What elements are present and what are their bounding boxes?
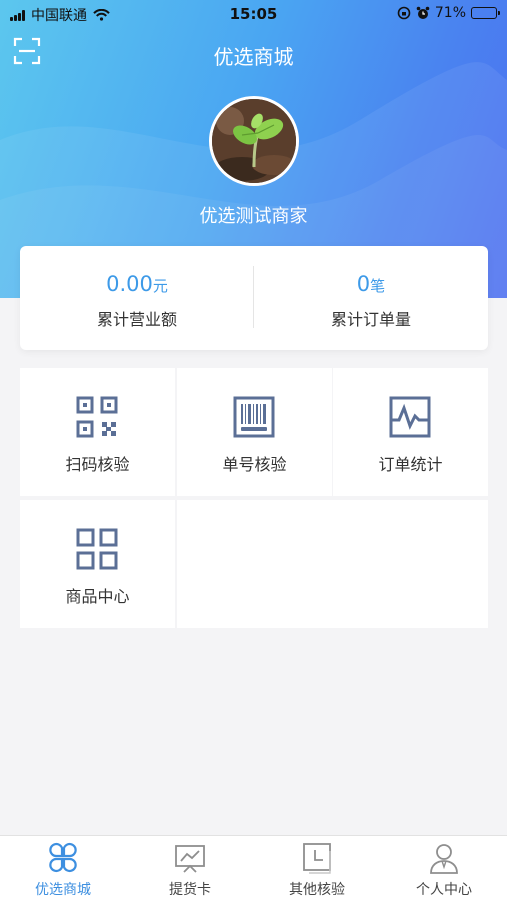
page-title: 优选商城 (213, 45, 294, 69)
tab-pickup-card[interactable]: 提货卡 (127, 836, 253, 900)
tab-other-verify[interactable]: 其他核验 (254, 836, 380, 900)
orders-label: 累计订单量 (330, 310, 411, 329)
avatar[interactable] (209, 96, 299, 186)
alarm-icon (416, 6, 430, 19)
tab-label: 提货卡 (169, 882, 211, 898)
tab-label: 个人中心 (416, 882, 472, 898)
pickup-card-icon (175, 845, 205, 873)
tab-bar: 优选商城 提货卡 其他核验 个人中心 (0, 835, 507, 900)
verify-icon (303, 843, 331, 874)
store-clover-icon (49, 842, 77, 873)
function-grid: 扫码核验 单号核验 订单统计 商品中心 (20, 368, 488, 628)
barcode-icon (233, 396, 275, 438)
tab-label: 其他核验 (289, 882, 345, 898)
menu-item-product-center[interactable]: 商品中心 (20, 500, 175, 628)
tab-profile[interactable]: 个人中心 (381, 836, 507, 900)
tab-store[interactable]: 优选商城 (0, 836, 126, 900)
qr-code-icon (76, 396, 118, 438)
battery-percent: 71% (434, 5, 466, 21)
empty-grid-area (177, 500, 488, 628)
orders-unit: 笔 (370, 277, 386, 295)
status-bar: 中国联通 15:05 71% (0, 0, 507, 28)
revenue-value: 0.00元 (20, 272, 254, 296)
merchant-name: 优选测试商家 (199, 206, 308, 227)
revenue-amount: 0.00 (106, 272, 153, 296)
menu-label: 扫码核验 (65, 455, 130, 474)
chart-icon (389, 396, 431, 438)
menu-item-order-stats[interactable]: 订单统计 (333, 368, 488, 496)
menu-label: 商品中心 (65, 587, 130, 606)
user-icon (430, 844, 458, 874)
orders-count: 0 (356, 272, 371, 296)
orientation-lock-icon (397, 6, 411, 20)
orders-value: 0笔 (254, 272, 488, 296)
menu-label: 订单统计 (378, 455, 443, 474)
stats-card: 0.00元 累计营业额 0笔 累计订单量 (20, 246, 488, 350)
menu-item-number-verify[interactable]: 单号核验 (177, 368, 332, 496)
plant-sprout-photo (212, 99, 296, 183)
tab-label: 优选商城 (35, 882, 91, 898)
revenue-label: 累计营业额 (96, 310, 177, 329)
battery-icon (471, 7, 500, 19)
revenue-stat[interactable]: 0.00元 累计营业额 (20, 246, 254, 350)
menu-item-scan-verify[interactable]: 扫码核验 (20, 368, 175, 496)
grid-icon (76, 528, 118, 570)
orders-stat[interactable]: 0笔 累计订单量 (254, 246, 488, 350)
menu-label: 单号核验 (222, 455, 287, 474)
revenue-unit: 元 (152, 277, 168, 295)
